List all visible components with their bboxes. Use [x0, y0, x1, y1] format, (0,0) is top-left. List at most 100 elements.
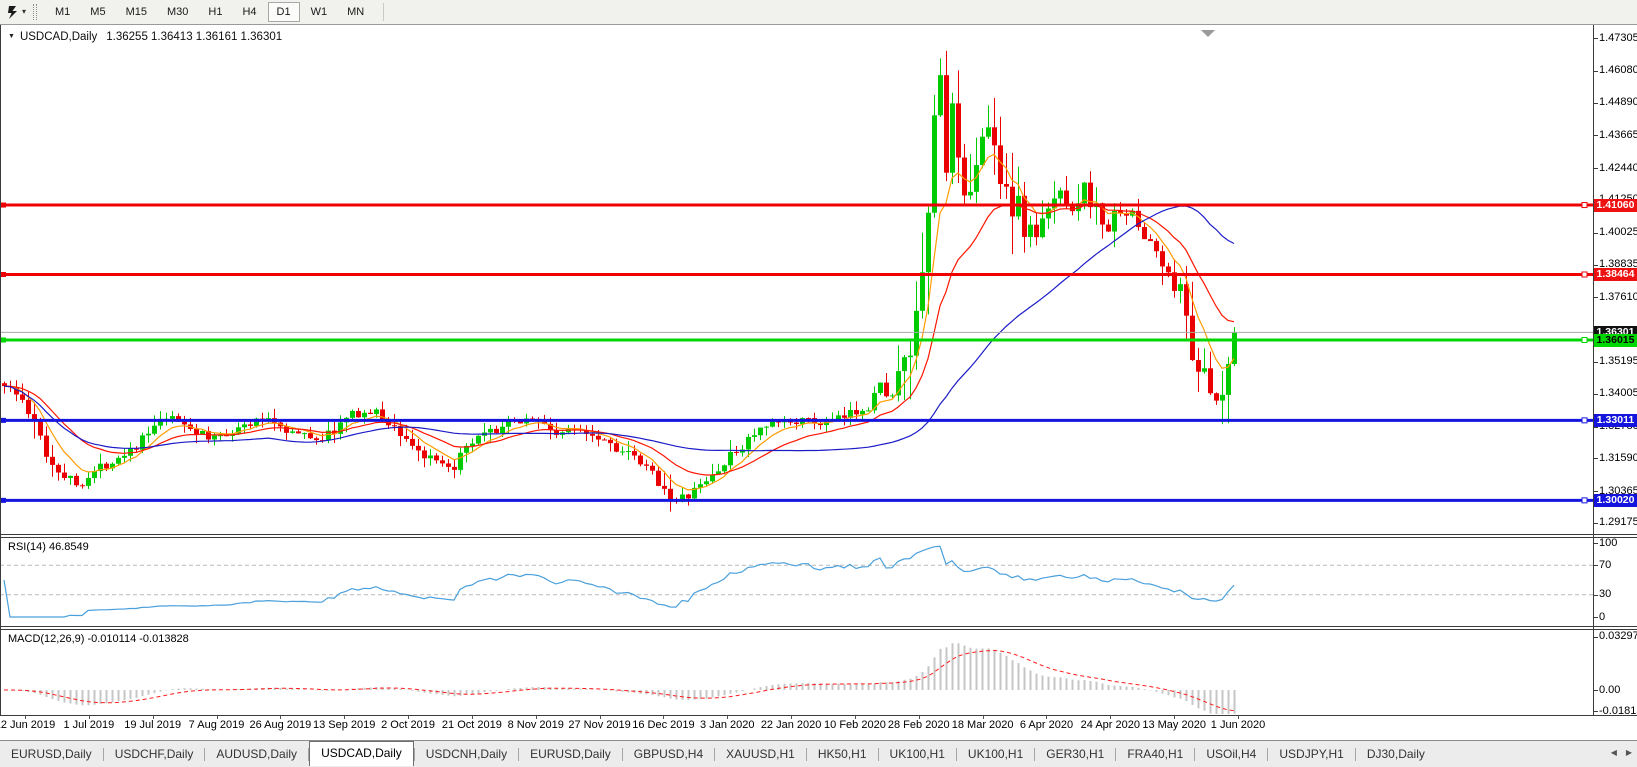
price-line-label: 1.41060: [1594, 198, 1637, 212]
timeframe-button-h4[interactable]: H4: [233, 2, 265, 22]
chart-tab-dj30-daily[interactable]: DJ30,Daily: [1356, 744, 1436, 764]
price-line-label: 1.36015: [1594, 333, 1637, 347]
date-label: 21 Oct 2019: [441, 719, 502, 731]
price-line-label: 1.33011: [1594, 413, 1637, 427]
line-left-handle: [1, 271, 6, 277]
chart-tool-icon[interactable]: [6, 5, 20, 20]
toolbar-separator: [383, 3, 385, 21]
rsi-panel-chart[interactable]: [0, 538, 1593, 626]
tab-scroll-arrows: ◀ ▶: [1611, 748, 1632, 757]
macd-histogram: [9, 643, 1236, 714]
chart-tab-gbpusd-h4[interactable]: GBPUSD,H4: [623, 744, 714, 764]
tab-scroll-right-button[interactable]: ▶: [1626, 748, 1632, 757]
panel-separator[interactable]: [0, 626, 1637, 627]
chart-tab-usdjpy-h1[interactable]: USDJPY,H1: [1268, 744, 1354, 764]
price-tick-label: 1.44890: [1599, 96, 1637, 109]
chart-tab-uk100-h1[interactable]: UK100,H1: [879, 744, 956, 764]
panel-separator[interactable]: [0, 534, 1637, 535]
chart-tab-usdcnh-daily[interactable]: USDCNH,Daily: [415, 744, 518, 764]
chart-tab-audusd-daily[interactable]: AUDUSD,Daily: [205, 744, 308, 764]
line-right-handle: [1581, 202, 1588, 209]
toolbar-grip[interactable]: [33, 4, 38, 20]
timeframe-toolbar: ▾ M1 M5 M15 M30 H1 H4 D1 W1 MN: [0, 0, 1637, 25]
line-left-handle: [1, 497, 6, 503]
tool-dropdown-caret[interactable]: ▾: [22, 8, 26, 16]
price-tick: [1594, 491, 1598, 493]
macd-panel-chart[interactable]: [0, 630, 1593, 715]
date-label: 13 May 2020: [1142, 719, 1206, 731]
price-tick-label: 1.43665: [1599, 128, 1637, 141]
price-tick: [1594, 522, 1598, 524]
line-right-handle: [1581, 417, 1588, 424]
line-right-handle: [1581, 337, 1588, 344]
price-tick: [1594, 297, 1598, 299]
chart-tab-eurusd-daily[interactable]: EURUSD,Daily: [519, 744, 622, 764]
price-line-label: 1.30020: [1594, 493, 1637, 507]
price-tick: [1594, 361, 1598, 363]
date-label: 22 Jan 2020: [760, 719, 822, 731]
chart-tab-hk50-h1[interactable]: HK50,H1: [807, 744, 878, 764]
chart-tab-eurusd-daily[interactable]: EURUSD,Daily: [0, 744, 103, 764]
chart-tab-xauusd-h1[interactable]: XAUUSD,H1: [715, 744, 806, 764]
timeframe-button-w1[interactable]: W1: [302, 2, 337, 22]
price-tick-label: 1.40025: [1599, 226, 1637, 239]
date-label: 3 Jan 2020: [700, 719, 755, 731]
price-tick: [1594, 458, 1598, 460]
panel-separator: [0, 629, 1637, 630]
price-tick: [1594, 135, 1598, 137]
price-tick: [1594, 168, 1598, 170]
date-label: 24 Apr 2020: [1080, 719, 1140, 731]
price-line-label: 1.38464: [1594, 267, 1637, 281]
price-tick-label: 1.42440: [1599, 161, 1637, 174]
date-label: 19 Jul 2019: [124, 719, 182, 731]
timeframe-button-m15[interactable]: M15: [117, 2, 156, 22]
line-left-handle: [1, 202, 6, 208]
macd-tick: [1594, 690, 1598, 691]
chart-tab-ger30-h1[interactable]: GER30,H1: [1035, 744, 1115, 764]
macd-tick-label: 0.00: [1599, 683, 1621, 696]
price-tick: [1594, 38, 1598, 39]
timeframe-button-h1[interactable]: H1: [199, 2, 231, 22]
price-tick-label: 1.34005: [1599, 387, 1637, 400]
chart-tab-usoil-h4[interactable]: USOil,H4: [1195, 744, 1267, 764]
rsi-tick-label: 70: [1599, 558, 1612, 571]
timeframe-buttons: M1 M5 M15 M30 H1 H4 D1 W1 MN: [45, 2, 374, 22]
chart-shift-marker-icon: [1201, 30, 1215, 37]
price-tick-label: 1.29175: [1599, 516, 1637, 529]
date-label: 13 Sep 2019: [313, 719, 376, 731]
macd-tick-label: 0.032972: [1599, 630, 1637, 643]
panel-separator: [0, 537, 1637, 538]
mt4-chart-window: ▾ M1 M5 M15 M30 H1 H4 D1 W1 MN ▼ USDCAD,Daily 1.36…: [0, 0, 1637, 767]
date-label: 16 Dec 2019: [632, 719, 695, 731]
price-tick-label: 1.31590: [1599, 451, 1637, 464]
line-left-handle: [1, 337, 6, 343]
price-tick-label: 1.47305: [1599, 31, 1637, 44]
chart-tab-uk100-h1[interactable]: UK100,H1: [957, 744, 1034, 764]
price-tick: [1594, 393, 1598, 395]
date-label: 18 Mar 2020: [951, 719, 1014, 731]
timeframe-button-m5[interactable]: M5: [81, 2, 114, 22]
chart-tab-usdcad-daily[interactable]: USDCAD,Daily: [309, 741, 414, 766]
timeframe-button-mn[interactable]: MN: [338, 2, 373, 22]
macd-tick-label: -0.018154: [1599, 704, 1637, 717]
price-tick: [1594, 70, 1598, 72]
chart-tab-usdchf-daily[interactable]: USDCHF,Daily: [104, 744, 205, 764]
price-axis-border: [1593, 25, 1594, 716]
main-price-chart[interactable]: [0, 25, 1593, 534]
ma-slow-line: [3, 205, 1235, 452]
rsi-tick: [1594, 594, 1598, 596]
tab-scroll-left-button[interactable]: ◀: [1611, 748, 1617, 757]
date-label: 6 Apr 2020: [1019, 719, 1074, 731]
date-label: 12 Jun 2019: [0, 719, 56, 731]
price-tick-label: 1.35195: [1599, 355, 1637, 368]
timeframe-button-m30[interactable]: M30: [158, 2, 197, 22]
macd-tick: [1594, 636, 1598, 638]
chart-tool-group[interactable]: ▾: [0, 5, 29, 20]
chart-tab-fra40-h1[interactable]: FRA40,H1: [1116, 744, 1194, 764]
timeframe-button-m1[interactable]: M1: [46, 2, 79, 22]
date-label: 8 Nov 2019: [507, 719, 564, 731]
chart-left-border: [0, 25, 1, 716]
timeframe-button-d1[interactable]: D1: [267, 2, 300, 22]
line-right-handle: [1581, 271, 1588, 278]
line-left-handle: [1, 417, 6, 423]
